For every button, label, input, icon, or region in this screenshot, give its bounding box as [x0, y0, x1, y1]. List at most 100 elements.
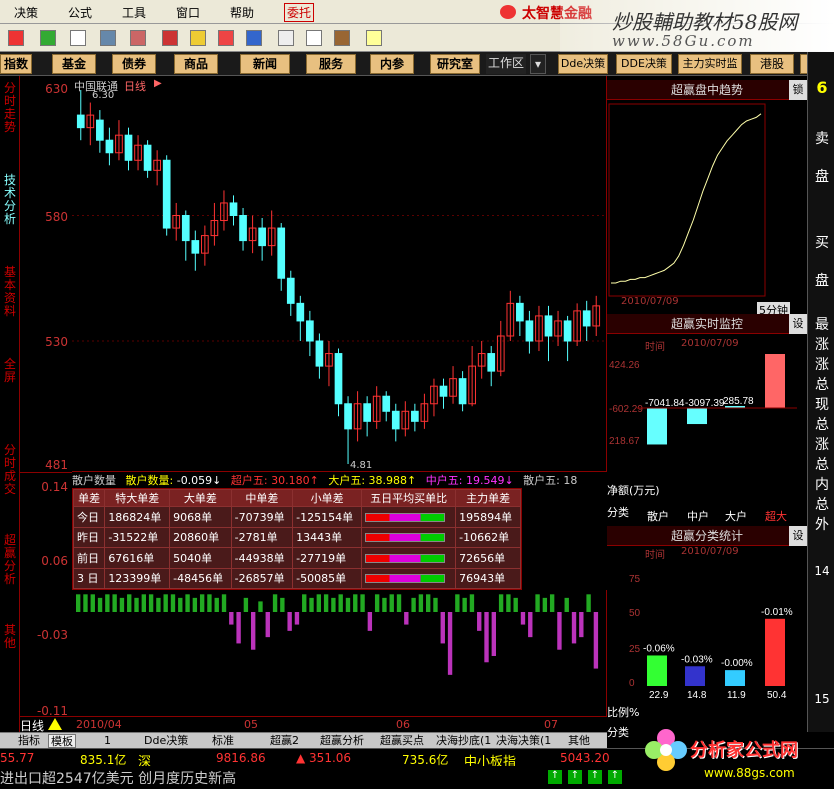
trend-chart	[608, 103, 766, 297]
ratio-bar	[365, 512, 446, 522]
tab-chaoying2[interactable]: 超赢2	[270, 734, 299, 748]
period-toggle-icon[interactable]	[48, 718, 62, 730]
ratio-bar	[365, 574, 446, 584]
book-icon[interactable]	[334, 30, 350, 46]
indicator-bar-positive	[542, 597, 548, 612]
row-label: 昨日	[72, 526, 106, 548]
nav-main-realtime[interactable]: 主力实时监	[678, 54, 742, 74]
tab-standard[interactable]: 标准	[212, 734, 234, 748]
right-panel-column: 超赢盘中趋势 锁 2010/07/09 5分钟 超赢实时监控 设 时间 2010…	[607, 76, 807, 739]
side-word: 总	[815, 417, 829, 433]
dollar-icon[interactable]	[8, 30, 24, 46]
nav-insider[interactable]: 内参	[370, 54, 414, 74]
help-pointer-icon[interactable]	[366, 30, 382, 46]
chart-icon[interactable]	[70, 30, 86, 46]
indicator-bar-positive	[360, 594, 365, 612]
arrow-up-icon[interactable]: ↑	[568, 770, 582, 784]
candle-body	[306, 320, 314, 342]
indicator-bar-positive	[90, 594, 95, 612]
order-book-strip: 6 卖 盘 买 盘 最 涨 涨 总 现 总 涨 总 内 总 外 14 15	[807, 52, 834, 732]
tab-intraday-trades[interactable]: 分时成交	[2, 444, 18, 496]
menu-formula[interactable]: 公式	[68, 4, 92, 21]
candle-body	[582, 310, 591, 327]
info-label: 散户数量	[72, 474, 116, 487]
tab-indicator[interactable]: 指标	[18, 734, 40, 748]
side-word: 涨	[815, 337, 829, 353]
trend-date: 2010/07/09	[621, 296, 679, 307]
heart-icon[interactable]	[218, 30, 234, 46]
col-header: 特大单差	[104, 489, 171, 507]
table-cell: 76943单	[455, 567, 521, 589]
tab-chaoying-analysis[interactable]: 超赢分析	[2, 534, 18, 586]
indicator-bar-positive	[345, 597, 351, 612]
menu-window[interactable]: 窗口	[176, 4, 200, 21]
indicator-bar-positive	[389, 594, 394, 612]
document-icon[interactable]	[278, 30, 294, 46]
nav-index[interactable]: 指数	[0, 54, 32, 74]
stats-chart: 75 50 25 0 -0.06% 22.9 -0.03% 14.8 -0.00% 11.9 -0.…	[629, 574, 793, 701]
nav-research[interactable]: 研究室	[430, 54, 480, 74]
monitor-category-label: 分类	[607, 506, 629, 519]
indicator-bar-positive	[272, 594, 278, 612]
globe-icon[interactable]	[246, 30, 262, 46]
indicator-panel[interactable]	[20, 590, 607, 718]
tab-template[interactable]: 模板	[48, 734, 76, 748]
tab-bottom-fishing[interactable]: 决海抄底(1	[436, 734, 491, 748]
category-mid: 中户	[687, 510, 709, 523]
entrust-button[interactable]: 委托	[284, 3, 315, 22]
indicator-bar-positive	[564, 597, 569, 612]
menu-decision[interactable]: 决策	[14, 4, 38, 21]
tab-fundamentals[interactable]: 基本资料	[2, 266, 18, 318]
nav-dde-decision[interactable]: Dde决策	[558, 54, 608, 74]
indicator-bar-negative	[440, 612, 445, 644]
ratio-bar	[365, 553, 446, 563]
monitor-bar-label: 285.78	[723, 396, 754, 407]
candle-body	[525, 320, 534, 342]
alert-icon[interactable]	[162, 30, 178, 46]
tab-fullscreen[interactable]: 全屏	[2, 358, 18, 384]
indicator-bar-positive	[243, 597, 249, 612]
side-word: 最	[815, 317, 829, 333]
nav-service[interactable]: 服务	[306, 54, 356, 74]
diamond-icon[interactable]	[190, 30, 206, 46]
tab-sea-decision[interactable]: 决海决策(1	[496, 734, 551, 748]
arrow-up-icon[interactable]: ↑	[548, 770, 562, 784]
stats-settings-button[interactable]: 设	[789, 526, 807, 546]
nav-bond[interactable]: 债券	[112, 54, 156, 74]
monitor-axis-caption: 净额(万元)	[607, 484, 660, 497]
window-icon[interactable]	[306, 30, 322, 46]
arrow-up-icon[interactable]: ↑	[608, 770, 622, 784]
user-icon[interactable]	[130, 30, 146, 46]
nav-news[interactable]: 新闻	[240, 54, 290, 74]
tab-intraday[interactable]: 分时走势	[2, 82, 18, 134]
nav-commodity[interactable]: 商品	[174, 54, 218, 74]
tab-one[interactable]: 1	[104, 734, 111, 748]
monitor-y-label: 424.26	[609, 360, 640, 371]
flag-icon[interactable]	[40, 30, 56, 46]
nav-workzone[interactable]: 工作区	[486, 54, 526, 74]
monitor-settings-button[interactable]: 设	[789, 314, 807, 334]
binoculars-icon[interactable]	[100, 30, 116, 46]
menu-tools[interactable]: 工具	[122, 4, 146, 21]
tab-chaoying-analysis-bottom[interactable]: 超赢分析	[320, 734, 364, 748]
tab-others[interactable]: 其他	[568, 734, 590, 748]
tab-other[interactable]: 其他	[2, 624, 18, 650]
lock-button[interactable]: 锁	[789, 80, 807, 100]
ticker-text[interactable]: 进出口超2547亿美元 创月度历史新高	[0, 768, 236, 788]
tab-dde-decision[interactable]: Dde决策	[144, 734, 188, 748]
menu-help[interactable]: 帮助	[230, 4, 254, 21]
ratio-bar	[365, 533, 446, 543]
indicator-bar-positive	[119, 597, 125, 612]
workzone-dropdown-icon[interactable]: ▾	[530, 54, 546, 74]
side-word: 现	[815, 397, 829, 413]
arrow-up-icon[interactable]: ↑	[588, 770, 602, 784]
nav-hk-stocks[interactable]: 港股	[750, 54, 794, 74]
tab-chaoying-buypoint[interactable]: 超赢买点	[380, 734, 424, 748]
candle-body	[439, 385, 448, 397]
candlestick-chart[interactable]: 630 580 530 481 中国联通 日线 ▶ 6.30 4.81	[20, 76, 607, 473]
table-cell: 20860单	[169, 526, 232, 548]
nav-fund[interactable]: 基金	[52, 54, 96, 74]
buy-label-2: 盘	[815, 273, 829, 289]
tab-technical-analysis[interactable]: 技术分析	[2, 174, 18, 226]
nav-dde-decision-2[interactable]: DDE决策	[616, 54, 672, 74]
